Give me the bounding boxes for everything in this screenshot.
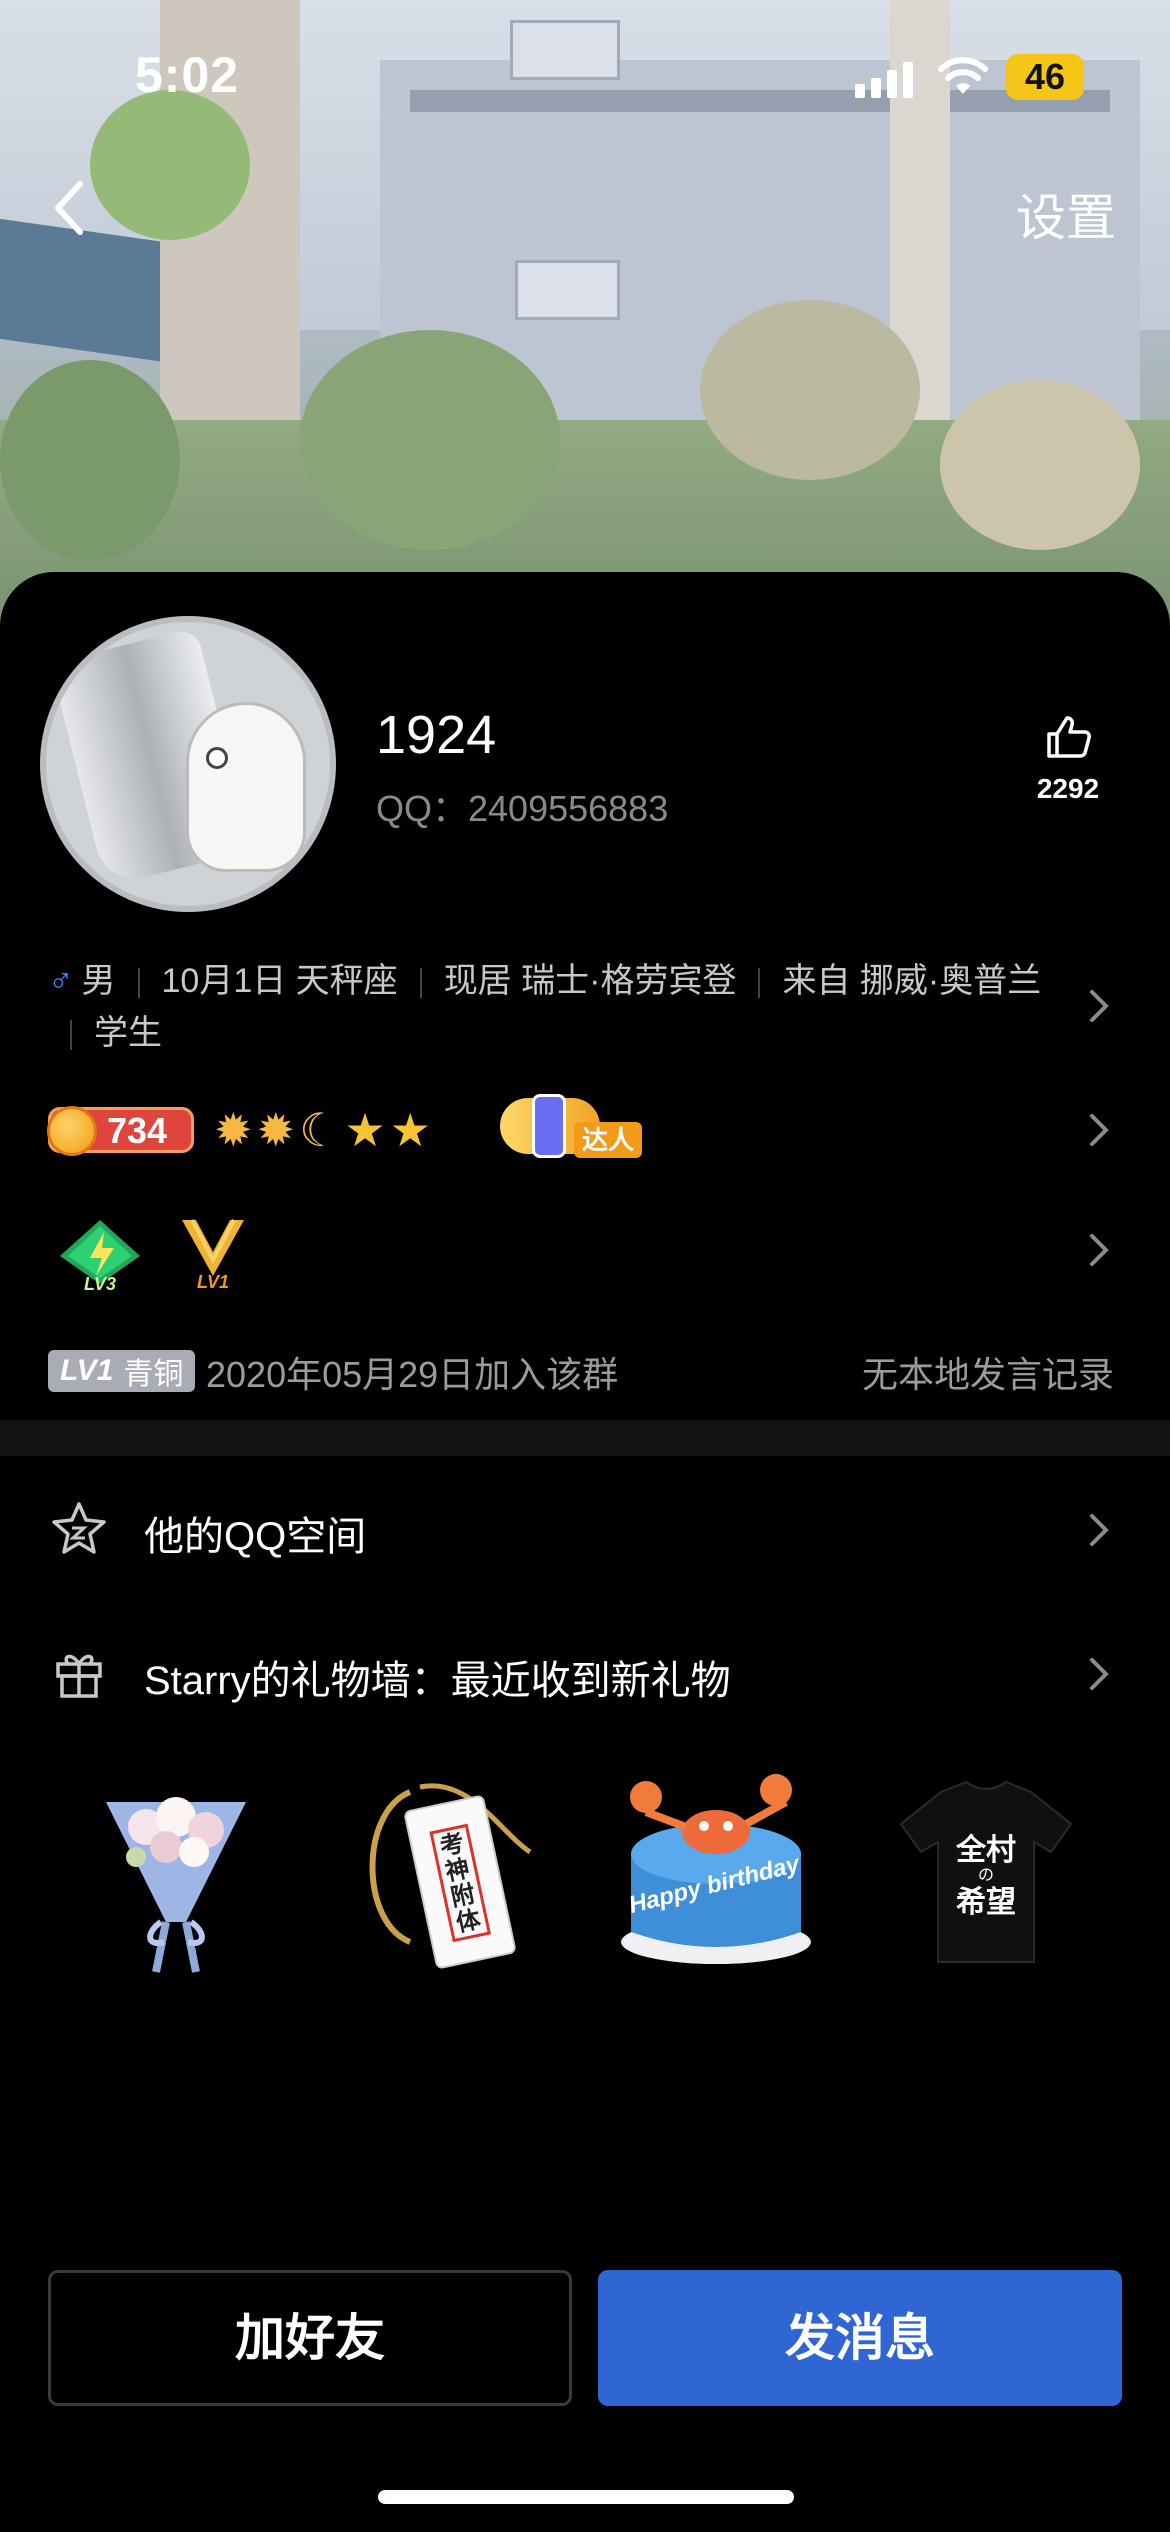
daren-label: 达人 — [574, 1122, 642, 1158]
cellular-signal-icon — [855, 60, 915, 98]
daren-badge[interactable]: 达人 — [500, 1094, 642, 1164]
chevron-right-icon[interactable] — [1088, 1232, 1110, 1268]
avatar[interactable] — [40, 616, 336, 912]
profile-name: 1924 — [376, 705, 497, 765]
add-friend-button[interactable]: 加好友 — [48, 2270, 572, 2406]
status-time: 5:02 — [135, 47, 240, 103]
coin-value: 734 — [107, 1110, 168, 1151]
group-level-name: 青铜 — [123, 1358, 184, 1391]
settings-button[interactable]: 设置 — [1016, 178, 1116, 250]
phone-icon — [532, 1094, 566, 1158]
star-icon: ★ — [344, 1104, 386, 1156]
profile-info[interactable]: ♂ 男 10月1日 天秤座 现居 瑞士·格劳宾登 来自 挪威·奥普兰学生 — [48, 955, 1078, 1059]
info-hometown: 来自 挪威·奥普兰 — [782, 962, 1042, 1000]
send-message-button[interactable]: 发消息 — [598, 2270, 1122, 2406]
info-birthday: 10月1日 天秤座 — [161, 962, 398, 1000]
wifi-icon — [938, 57, 988, 94]
coin-icon — [47, 1106, 97, 1156]
status-bar: 5:02 46 — [0, 0, 1170, 150]
chevron-right-icon — [1090, 1658, 1109, 1690]
birthday-cake-icon[interactable]: Happy birthday — [616, 1772, 816, 1982]
section-divider — [0, 1420, 1170, 1456]
shirt-text-bottom: 希望 — [956, 1885, 1016, 1920]
group-level-tag: LV1 青铜 — [48, 1350, 196, 1392]
back-icon[interactable] — [48, 178, 88, 238]
like-count: 2292 — [1036, 773, 1100, 804]
v-badge-icon[interactable]: LV1 — [178, 1216, 248, 1292]
flower-bouquet-icon[interactable] — [76, 1772, 276, 1982]
lightning-gem-icon[interactable]: LV3 — [58, 1218, 142, 1292]
t-shirt-icon[interactable]: 全村 の 希望 — [886, 1772, 1086, 1982]
qzone-label: 他的QQ空间 — [144, 1515, 367, 1559]
shirt-text-mid: の — [978, 1865, 994, 1884]
shirt-text-top: 全村 — [955, 1833, 1016, 1868]
star-icon: ★ — [389, 1104, 431, 1156]
chevron-right-icon[interactable] — [1088, 1112, 1110, 1148]
gift-icon — [56, 1654, 102, 1698]
battery-indicator: 46 — [1006, 54, 1084, 100]
gift-wall-label: Starry的礼物墙：最近收到新礼物 — [144, 1659, 731, 1703]
game-level-1: LV3 — [84, 1274, 116, 1292]
moon-icon: ☾ — [299, 1104, 341, 1156]
home-indicator[interactable] — [378, 2490, 794, 2504]
coin-badge[interactable]: 734 — [47, 1106, 194, 1156]
message-record: 无本地发言记录 — [861, 1354, 1114, 1395]
chevron-right-icon[interactable] — [1088, 988, 1110, 1024]
qq-level-icons[interactable]: ✹ ✹ ☾ ★ ★ — [214, 1102, 431, 1158]
male-icon: ♂ — [48, 962, 74, 1000]
like-button[interactable]: 2292 — [1028, 712, 1108, 805]
info-residence: 现居 瑞士·格劳宾登 — [443, 962, 737, 1000]
info-gender: 男 — [81, 962, 116, 1000]
game-level-2: LV1 — [197, 1272, 229, 1292]
sun-icon: ✹ — [214, 1104, 253, 1156]
qq-number: QQ：2409556883 — [376, 788, 669, 829]
qzone-star-icon — [52, 1502, 106, 1554]
sun-icon: ✹ — [256, 1104, 296, 1156]
chevron-right-icon — [1090, 1514, 1109, 1546]
group-level-prefix: LV1 — [60, 1354, 114, 1387]
group-joined-date: 2020年05月29日加入该群 — [206, 1354, 619, 1395]
info-occupation: 学生 — [94, 1014, 162, 1052]
thumbs-up-icon — [1047, 716, 1091, 758]
blessing-tag-icon[interactable]: 考 神 附 体 — [350, 1772, 550, 1982]
